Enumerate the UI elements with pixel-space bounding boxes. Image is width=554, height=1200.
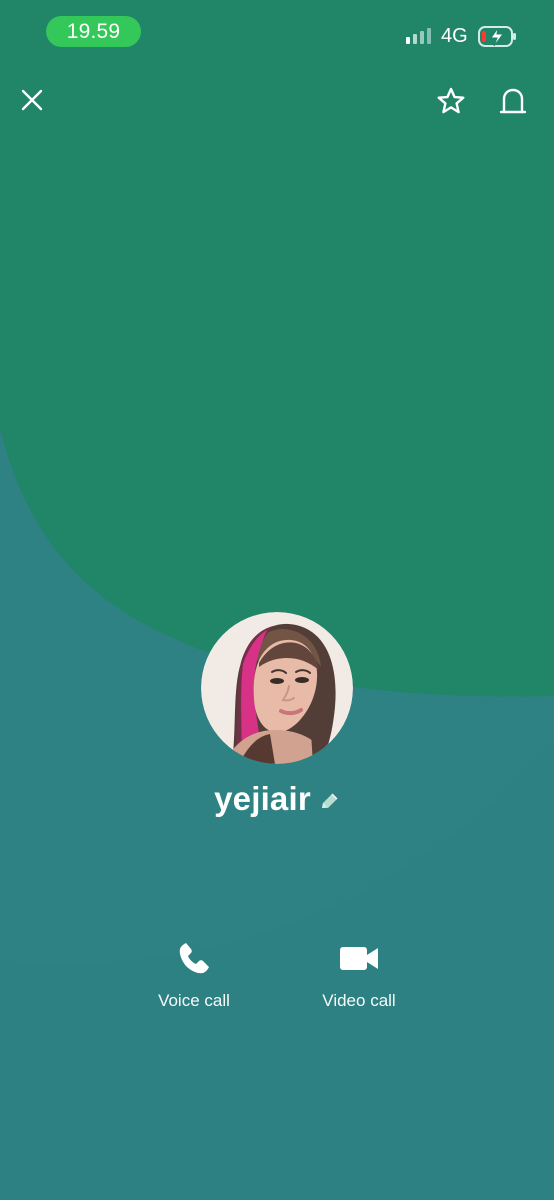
profile-background: [0, 0, 554, 1200]
video-call-label: Video call: [322, 991, 396, 1010]
close-icon: [21, 89, 43, 111]
phone-icon: [179, 943, 209, 974]
close-button[interactable]: [15, 83, 49, 117]
profile-name: yejiair: [214, 780, 311, 817]
star-icon: [437, 87, 465, 114]
network-label: 4G: [441, 25, 468, 47]
pencil-icon: [321, 793, 338, 808]
background-shapes: [0, 0, 554, 1200]
profile-name-row: yejiair: [0, 779, 554, 819]
video-camera-icon: [340, 947, 378, 970]
video-call-icon-wrap: [336, 935, 382, 981]
favorite-button[interactable]: [433, 84, 469, 120]
top-actions: [0, 80, 554, 124]
voice-call-icon-wrap: [171, 935, 217, 981]
battery-charging-icon: [478, 26, 516, 47]
edit-name-button[interactable]: [318, 791, 340, 813]
voice-call-label: Voice call: [158, 991, 230, 1010]
status-bar: 19.59 4G: [0, 0, 554, 64]
bell-icon: [499, 88, 527, 114]
signal-bars-icon: [406, 28, 431, 44]
call-actions: Voice call Video call: [0, 935, 554, 1015]
voice-call-button[interactable]: Voice call: [129, 935, 259, 1012]
status-time: 19.59: [46, 16, 141, 47]
profile-photo: [201, 612, 353, 764]
profile-avatar[interactable]: [201, 612, 353, 764]
notification-button[interactable]: [495, 84, 531, 120]
video-call-button[interactable]: Video call: [294, 935, 424, 1012]
